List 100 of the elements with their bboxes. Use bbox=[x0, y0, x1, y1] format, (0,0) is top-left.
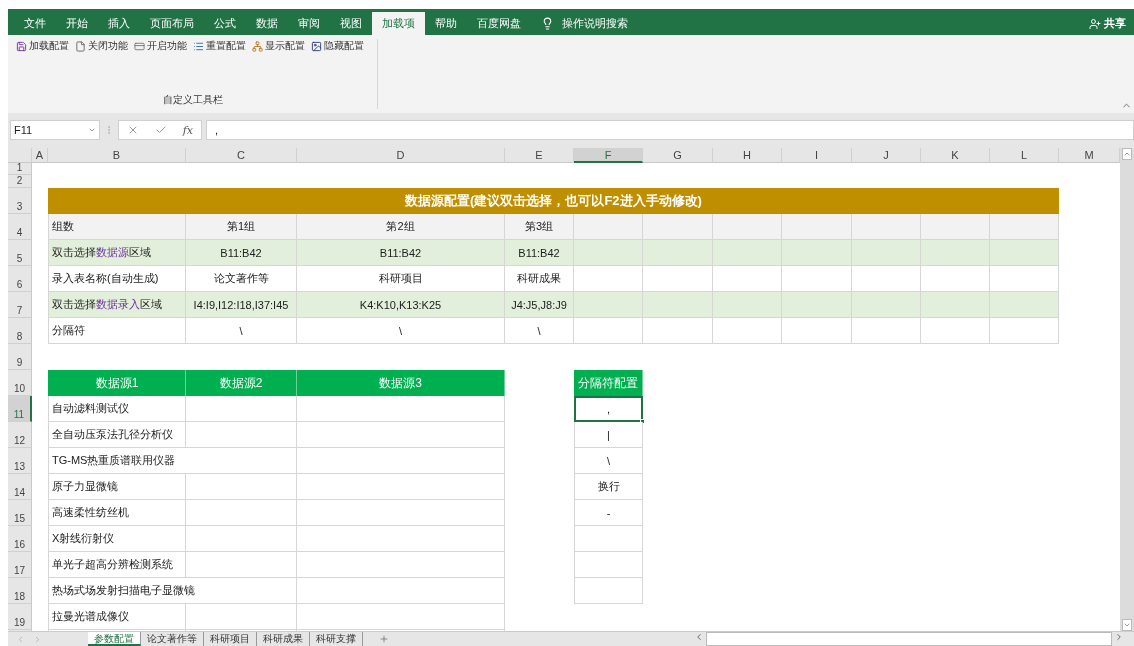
table-cell bbox=[574, 578, 643, 604]
name-box[interactable]: F11 bbox=[10, 120, 100, 140]
row-header[interactable]: 12 bbox=[8, 422, 32, 448]
row-header[interactable]: 6 bbox=[8, 266, 32, 292]
table-cell bbox=[574, 266, 643, 292]
previous-icon[interactable] bbox=[16, 634, 25, 644]
column-header[interactable]: C bbox=[186, 148, 297, 163]
lightbulb-icon bbox=[541, 17, 554, 30]
row-header[interactable]: 17 bbox=[8, 552, 32, 578]
column-header[interactable]: E bbox=[505, 148, 574, 163]
table-cell: 科研成果 bbox=[505, 266, 574, 292]
row-header[interactable]: 15 bbox=[8, 500, 32, 526]
table-cell bbox=[782, 214, 852, 240]
table-cell bbox=[574, 318, 643, 344]
header-cell: 第3组 bbox=[505, 214, 574, 240]
check-icon[interactable] bbox=[154, 124, 167, 136]
sheet-tab[interactable]: 科研成果 bbox=[257, 632, 310, 646]
table-cell bbox=[990, 240, 1059, 266]
next-icon[interactable] bbox=[33, 634, 42, 644]
column-header[interactable]: G bbox=[643, 148, 713, 163]
table-cell bbox=[574, 552, 643, 578]
table-cell bbox=[921, 214, 990, 240]
row-header[interactable]: 2 bbox=[8, 175, 32, 188]
ribbon-tab[interactable]: 加载项 bbox=[372, 12, 425, 35]
search-field[interactable]: 操作说明搜索 bbox=[531, 12, 638, 35]
ribbon-tab[interactable]: 视图 bbox=[330, 12, 372, 35]
header-cell: 分隔符配置 bbox=[574, 370, 643, 396]
ribbon-tab[interactable]: 审阅 bbox=[288, 12, 330, 35]
row-header[interactable]: 10 bbox=[8, 370, 32, 396]
sheet-tab[interactable]: 参数配置 bbox=[88, 632, 141, 646]
table-cell: 换行 bbox=[574, 474, 643, 500]
row-header[interactable]: 5 bbox=[8, 240, 32, 266]
row-header[interactable]: 16 bbox=[8, 526, 32, 552]
table-cell bbox=[713, 318, 782, 344]
row-header[interactable]: 19 bbox=[8, 604, 32, 630]
ribbon-tab[interactable]: 开始 bbox=[56, 12, 98, 35]
formula-input[interactable]: , bbox=[206, 120, 1134, 140]
vertical-scrollbar[interactable] bbox=[1120, 148, 1134, 631]
table-cell: B11:B42 bbox=[186, 240, 297, 266]
table-cell bbox=[782, 240, 852, 266]
ribbon-tab[interactable]: 公式 bbox=[204, 12, 246, 35]
ribbon-tab[interactable]: 文件 bbox=[14, 12, 56, 35]
add-sheet-icon[interactable] bbox=[379, 634, 389, 644]
table-cell bbox=[643, 292, 713, 318]
row-header[interactable]: 18 bbox=[8, 578, 32, 604]
header-cell: 数据源1 bbox=[48, 370, 186, 396]
column-header[interactable]: H bbox=[713, 148, 782, 163]
sheet-tab[interactable]: 科研项目 bbox=[204, 632, 257, 646]
save-icon bbox=[16, 40, 27, 52]
sheet-tab[interactable]: 论文著作等 bbox=[141, 632, 204, 646]
row-header[interactable]: 3 bbox=[8, 188, 32, 214]
table-cell bbox=[782, 318, 852, 344]
table-cell: I4:I9,I12:I18,I37:I45 bbox=[186, 292, 297, 318]
column-header[interactable]: B bbox=[48, 148, 186, 163]
ribbon-tab[interactable]: 百度网盘 bbox=[467, 12, 531, 35]
row-header[interactable]: 9 bbox=[8, 344, 32, 370]
share-button[interactable]: 共享 bbox=[1081, 12, 1134, 35]
column-header[interactable]: L bbox=[990, 148, 1059, 163]
sheet-tab[interactable]: 科研支撑 bbox=[310, 632, 363, 646]
table-cell bbox=[990, 214, 1059, 240]
network-icon bbox=[252, 40, 263, 52]
ribbon-command[interactable]: 显示配置 bbox=[252, 39, 305, 53]
column-header[interactable]: D bbox=[297, 148, 505, 163]
ribbon-command[interactable]: 隐藏配置 bbox=[311, 39, 364, 53]
ribbon-tab[interactable]: 帮助 bbox=[425, 12, 467, 35]
row-header[interactable]: 14 bbox=[8, 474, 32, 500]
row-header[interactable]: 1 bbox=[8, 163, 32, 175]
column-header[interactable]: I bbox=[782, 148, 852, 163]
ribbon-command[interactable]: 开启功能 bbox=[134, 39, 187, 53]
table-cell: 双击选择数据录入区域 bbox=[48, 292, 186, 318]
table-cell bbox=[990, 292, 1059, 318]
table-cell bbox=[574, 214, 643, 240]
table-cell: 科研项目 bbox=[297, 266, 505, 292]
table-cell: 拉曼光谱成像仪 bbox=[48, 604, 186, 630]
table-cell bbox=[574, 240, 643, 266]
column-header[interactable]: M bbox=[1059, 148, 1120, 163]
table-cell bbox=[643, 214, 713, 240]
column-header[interactable]: K bbox=[921, 148, 990, 163]
function-button[interactable]: fx bbox=[182, 123, 194, 137]
horizontal-scrollbar[interactable] bbox=[694, 632, 1124, 646]
column-header[interactable]: F bbox=[574, 148, 643, 163]
table-cell bbox=[713, 214, 782, 240]
ribbon-tab[interactable]: 数据 bbox=[246, 12, 288, 35]
ribbon-command[interactable]: 关闭功能 bbox=[75, 39, 128, 53]
column-header[interactable]: J bbox=[852, 148, 921, 163]
row-header[interactable]: 7 bbox=[8, 292, 32, 318]
table-cell bbox=[852, 240, 921, 266]
ribbon-command[interactable]: 加载配置 bbox=[16, 39, 69, 53]
ribbon-tab[interactable]: 插入 bbox=[98, 12, 140, 35]
row-header[interactable]: 4 bbox=[8, 214, 32, 240]
ribbon-command[interactable]: 重置配置 bbox=[193, 39, 246, 53]
column-header[interactable]: A bbox=[32, 148, 48, 163]
table-cell: 论文著作等 bbox=[186, 266, 297, 292]
row-header[interactable]: 13 bbox=[8, 448, 32, 474]
table-cell: 双击选择数据源区域 bbox=[48, 240, 186, 266]
table-cell bbox=[921, 266, 990, 292]
row-header[interactable]: 11 bbox=[8, 396, 32, 422]
ribbon-tab[interactable]: 页面布局 bbox=[140, 12, 204, 35]
table-cell bbox=[643, 240, 713, 266]
row-header[interactable]: 8 bbox=[8, 318, 32, 344]
